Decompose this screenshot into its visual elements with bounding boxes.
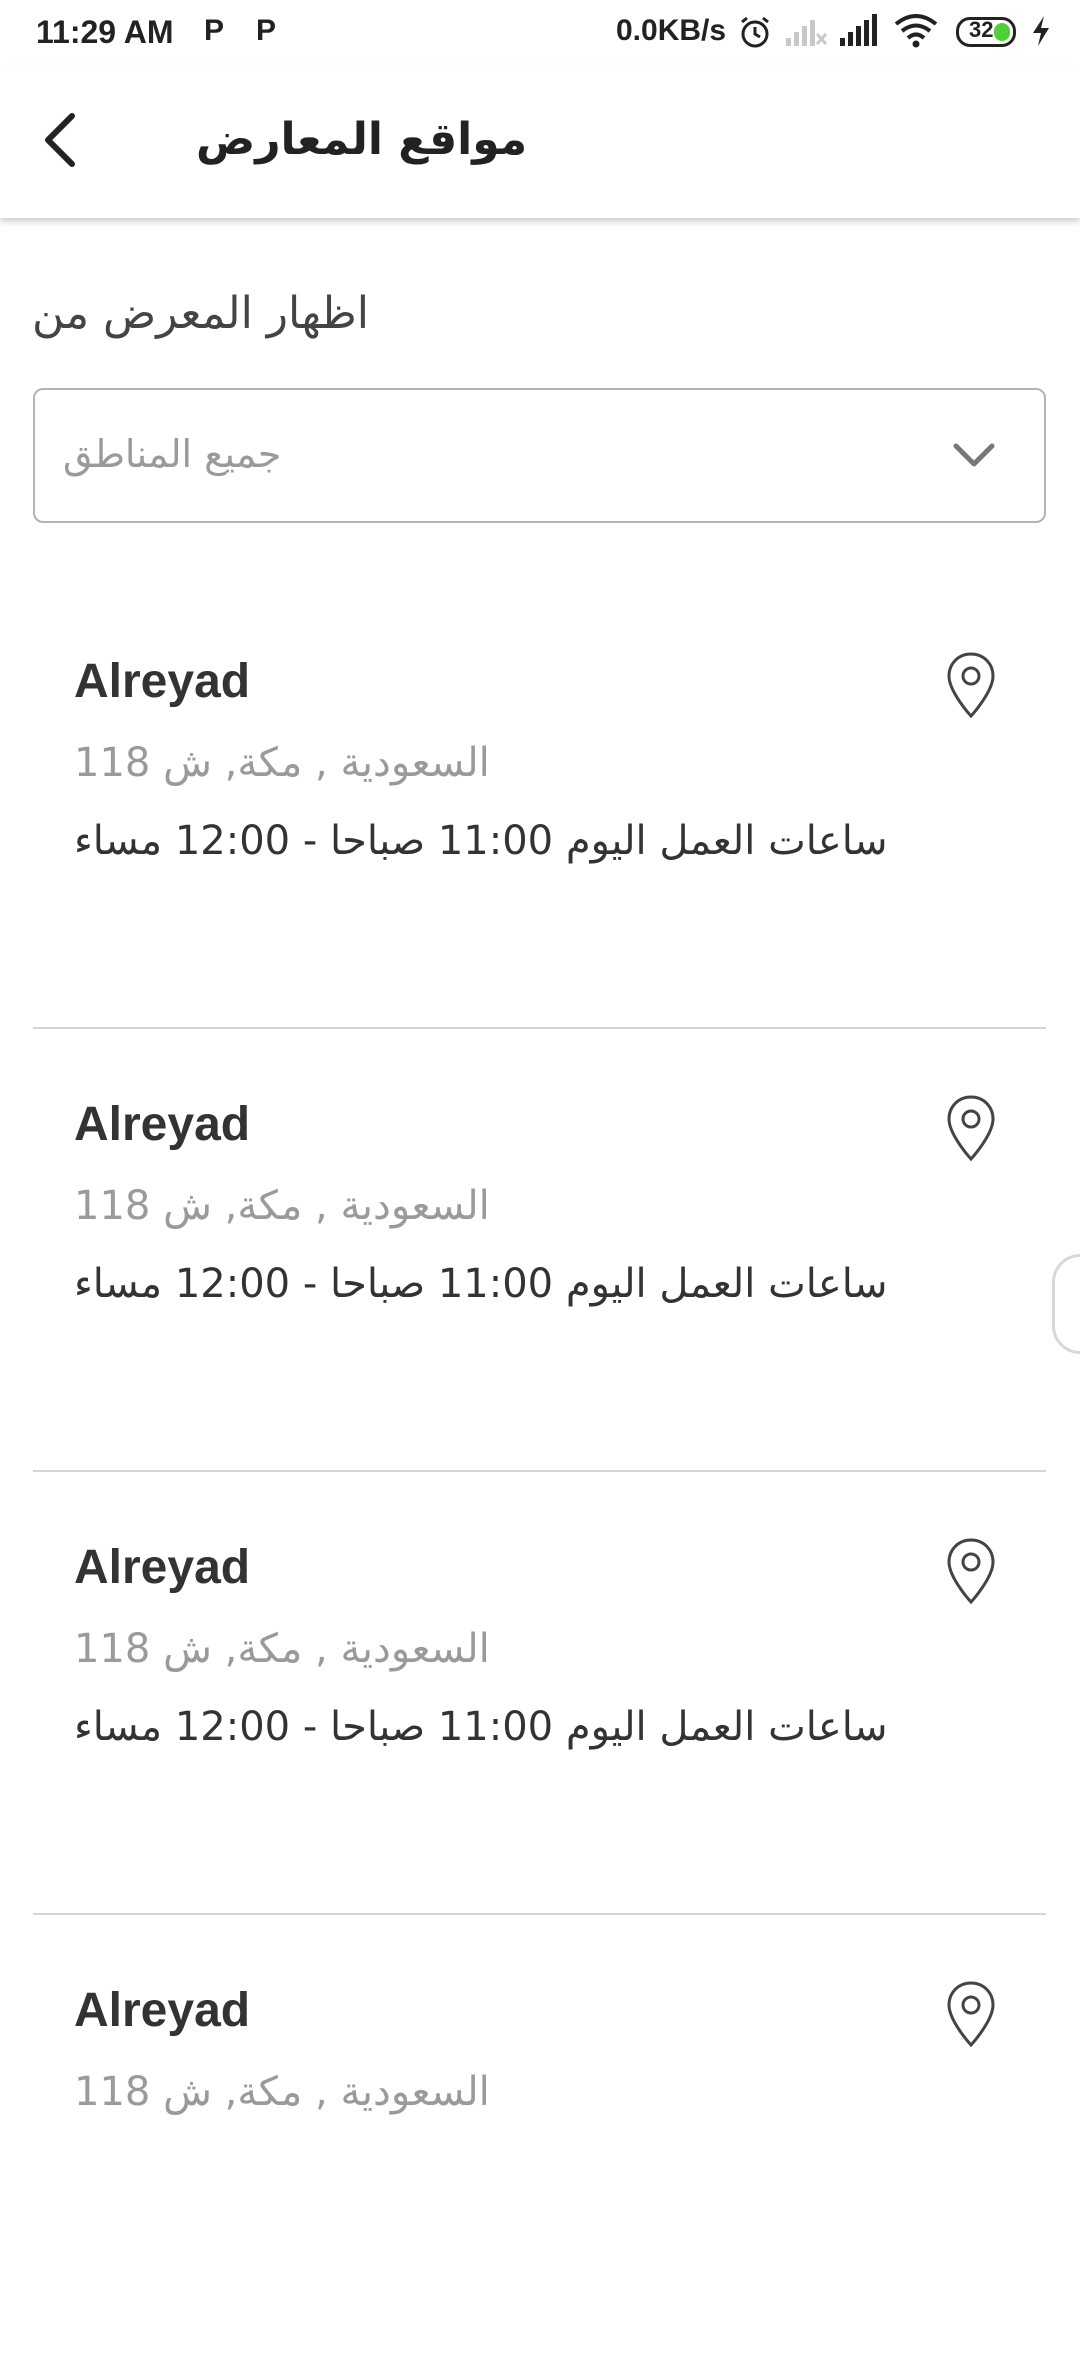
status-time: 11:29 AM [36, 14, 174, 50]
map-pin-icon[interactable] [944, 1536, 998, 1606]
status-bar: 11:29 AM P P 0.0KB/s 32 [0, 0, 1080, 66]
edge-swipe-handle[interactable] [1052, 1254, 1080, 1354]
battery-level: 32 [969, 17, 994, 42]
notification-p-icon: P [204, 14, 225, 47]
page-title: مواقع المعارض [196, 114, 528, 165]
alarm-icon [737, 14, 773, 54]
location-name: Alreyad [74, 655, 251, 708]
filter-label: اظهار المعرض من [32, 288, 369, 339]
location-address: السعودية , مكة, ش 118 [74, 1183, 490, 1229]
chevron-left-icon [45, 113, 75, 167]
location-address: السعودية , مكة, ش 118 [74, 1626, 490, 1672]
region-select-value: جميع المناطق [63, 432, 282, 476]
network-speed: 0.0KB/s [616, 14, 727, 47]
notification-p-icon: P [256, 14, 277, 47]
map-pin-icon[interactable] [944, 1093, 998, 1163]
location-name: Alreyad [74, 1098, 251, 1151]
signal-icon [838, 14, 878, 52]
charging-icon [1030, 14, 1052, 52]
back-button[interactable] [34, 110, 94, 170]
location-item[interactable]: Alreyad السعودية , مكة, ش 118 [0, 1915, 1080, 2358]
wifi-icon [894, 14, 938, 52]
location-hours: ساعات العمل اليوم 11:00 صباحا - 12:00 مس… [74, 1704, 888, 1750]
chevron-down-icon [953, 443, 995, 467]
location-name: Alreyad [74, 1984, 251, 2037]
signal-off-icon [784, 14, 828, 52]
location-address: السعودية , مكة, ش 118 [74, 740, 490, 786]
location-item[interactable]: Alreyad السعودية , مكة, ش 118 ساعات العم… [0, 1029, 1080, 1472]
location-address: السعودية , مكة, ش 118 [74, 2069, 490, 2115]
map-pin-icon[interactable] [944, 650, 998, 720]
battery-fill [994, 23, 1010, 41]
location-hours: ساعات العمل اليوم 11:00 صباحا - 12:00 مس… [74, 1261, 888, 1307]
app-bar: مواقع المعارض [0, 66, 1080, 218]
battery-icon: 32 [956, 17, 1016, 47]
location-item[interactable]: Alreyad السعودية , مكة, ش 118 ساعات العم… [0, 1472, 1080, 1915]
location-hours: ساعات العمل اليوم 11:00 صباحا - 12:00 مس… [74, 818, 888, 864]
location-item[interactable]: Alreyad السعودية , مكة, ش 118 ساعات العم… [0, 586, 1080, 1029]
map-pin-icon[interactable] [944, 1979, 998, 2049]
location-name: Alreyad [74, 1541, 251, 1594]
region-select[interactable]: جميع المناطق [33, 388, 1046, 523]
